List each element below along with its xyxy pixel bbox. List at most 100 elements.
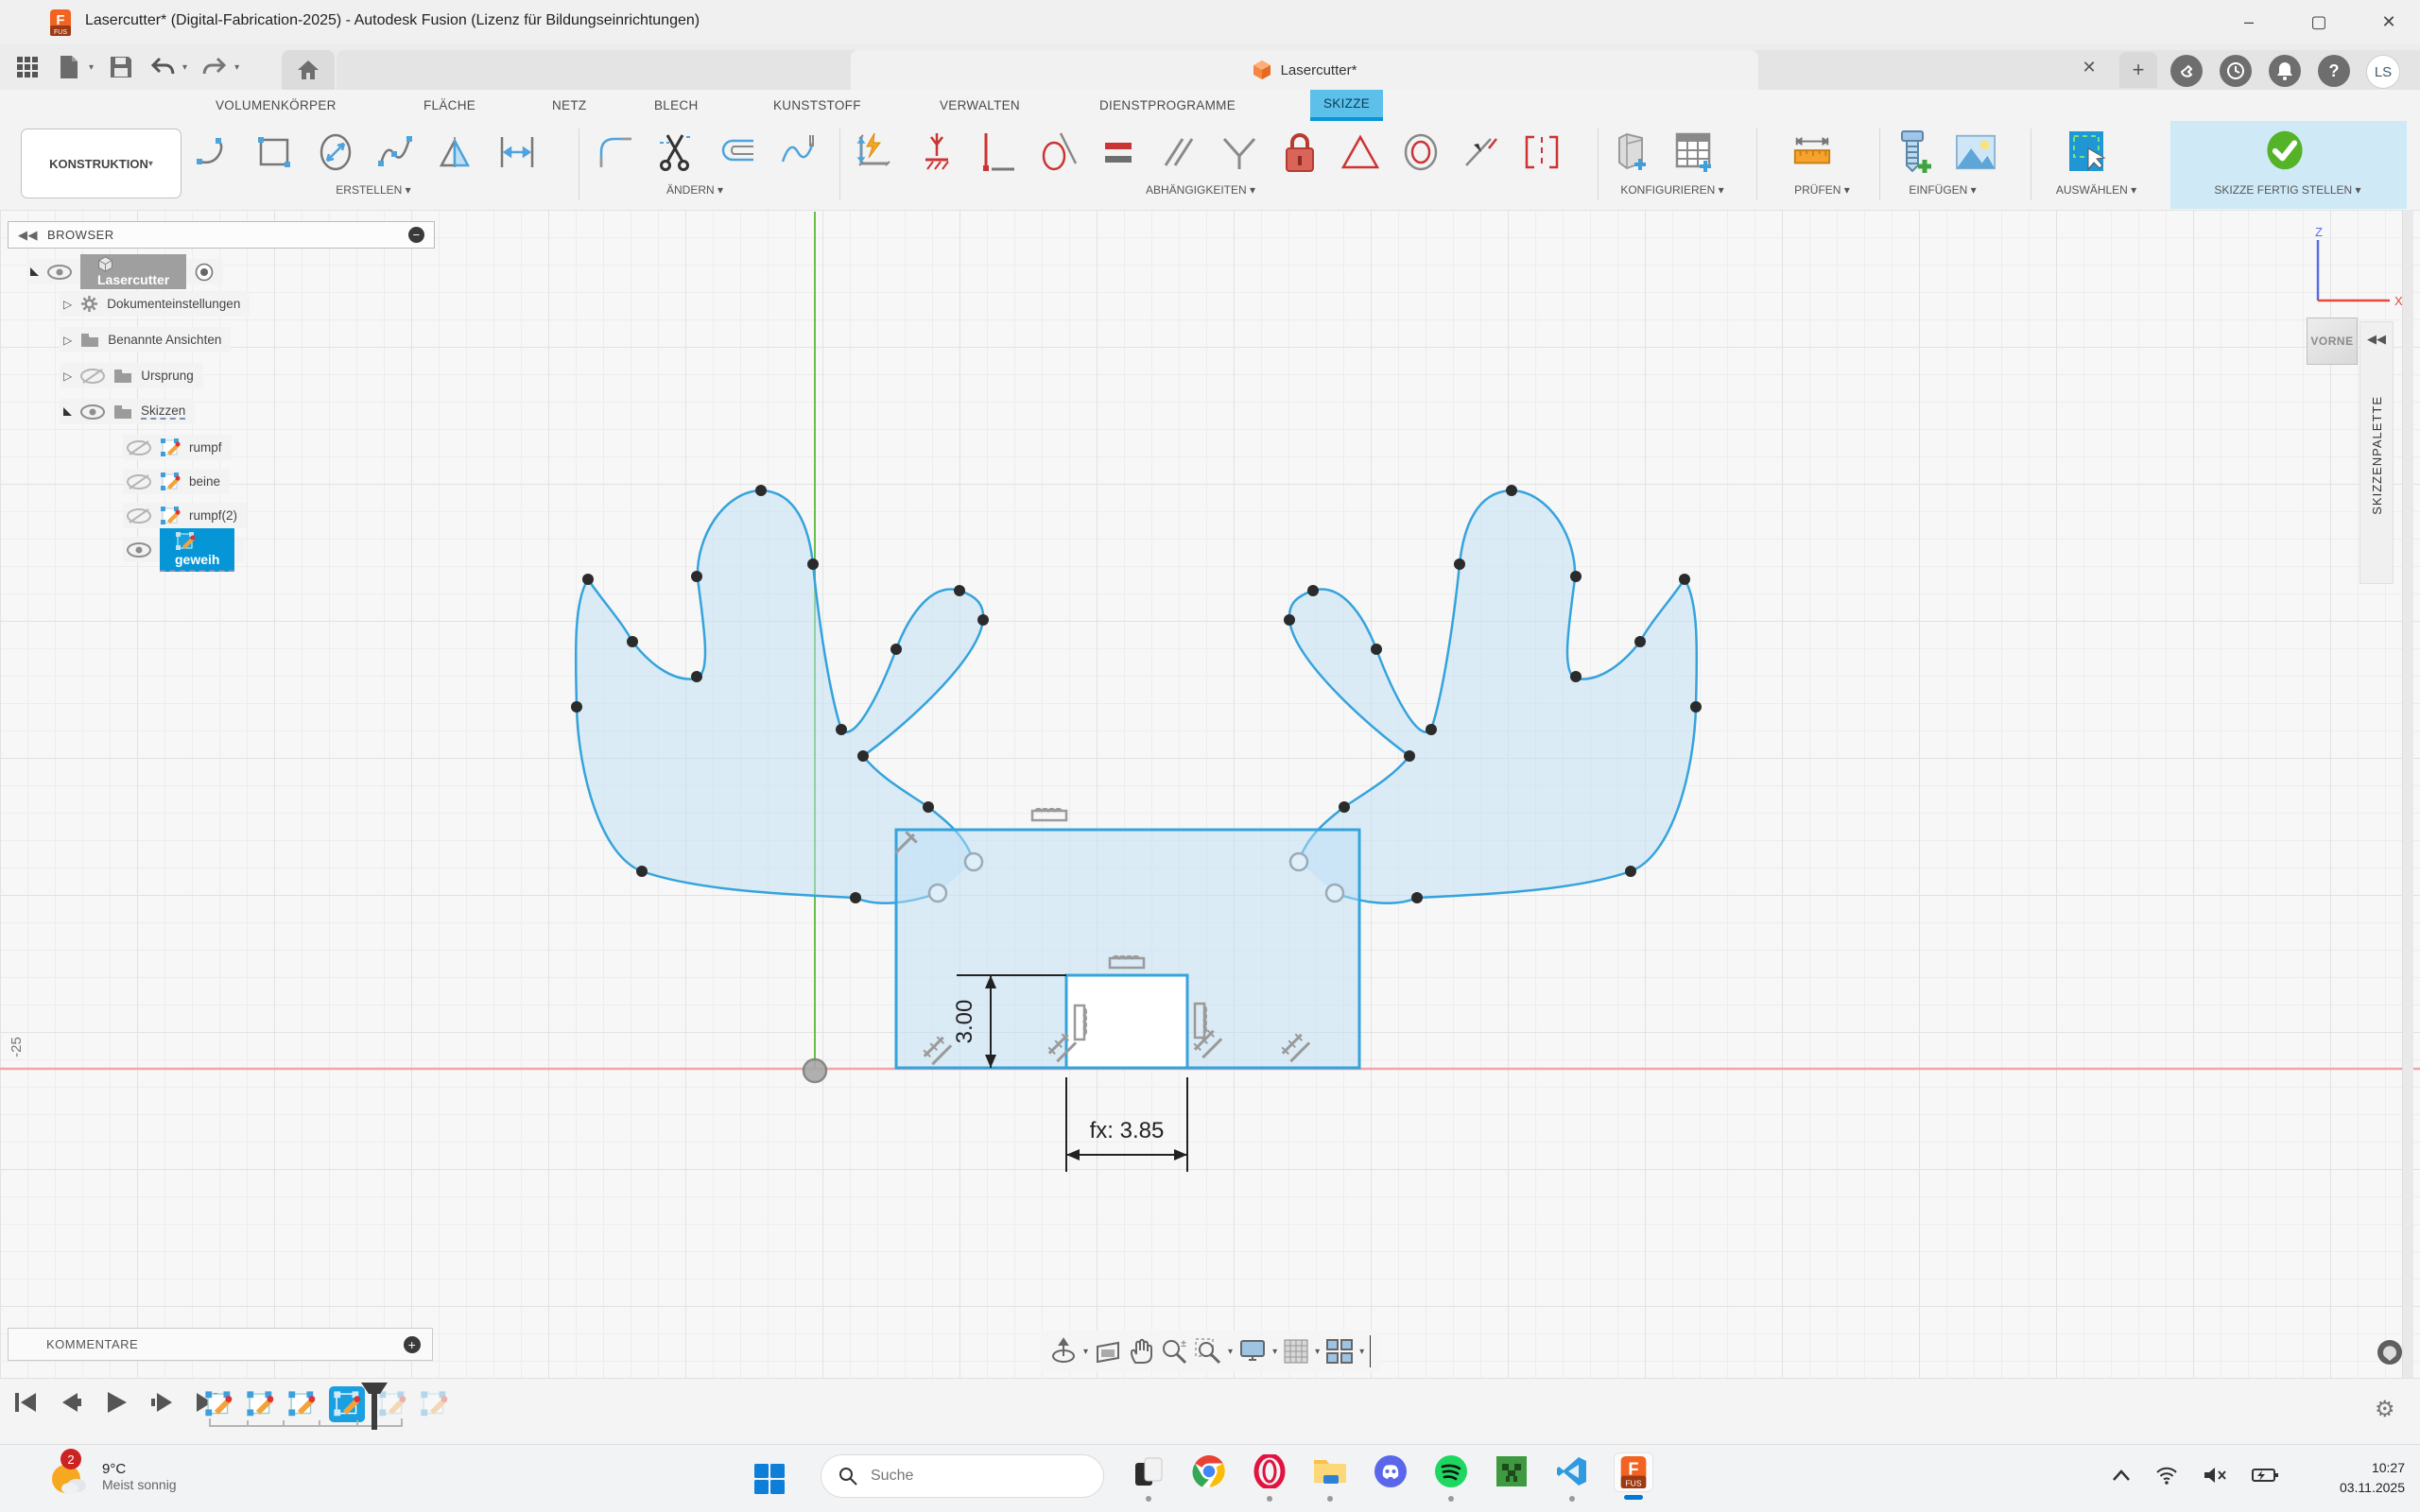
browser-row-root[interactable]: Lasercutter [26, 259, 223, 284]
tab-dienstprogramme[interactable]: DIENSTPROGRAMME [1099, 90, 1236, 121]
extensions-plug-icon[interactable] [2170, 55, 2203, 87]
taskbar-app-minecraft[interactable] [1493, 1452, 1530, 1490]
panel-options-icon[interactable]: − [408, 227, 424, 243]
maximize-button[interactable]: ▢ [2297, 8, 2341, 36]
browser-row-skizzen[interactable]: Skizzen [60, 399, 195, 424]
taskbar-app-discord[interactable] [1372, 1452, 1409, 1490]
mirror-tool-icon[interactable] [436, 129, 477, 176]
timeline-sketch-feature[interactable] [204, 1390, 233, 1418]
einfuegen-label[interactable]: EINFÜGEN ▾ [1891, 183, 1995, 197]
eye-visible-icon[interactable] [47, 265, 72, 280]
home-tab[interactable] [282, 50, 335, 90]
perpendicular-constraint-icon[interactable] [1219, 129, 1260, 176]
undo-dropdown-caret[interactable]: ▾ [182, 62, 187, 73]
browser-header[interactable]: ◀◀ BROWSER − [8, 221, 435, 249]
configuration-table-icon[interactable] [1673, 129, 1715, 176]
timeline-settings-gear-icon[interactable]: ⚙ [2375, 1396, 2395, 1423]
konfigurieren-label[interactable]: KONFIGURIEREN ▾ [1601, 183, 1743, 197]
timeline-sketch-feature[interactable] [287, 1390, 316, 1418]
browser-row-beine[interactable]: beine [123, 469, 230, 494]
feedback-bubble-icon[interactable] [2377, 1340, 2402, 1365]
taskbar-app-window-stack[interactable] [1130, 1452, 1167, 1490]
timeline-position-marker[interactable] [357, 1381, 391, 1432]
undo-icon[interactable] [148, 53, 177, 81]
comments-bar[interactable]: KOMMENTARE + [8, 1328, 433, 1361]
tab-verwalten[interactable]: VERWALTEN [940, 90, 1020, 121]
taskbar-app-file-explorer[interactable] [1311, 1452, 1349, 1490]
collapsed-arrow-icon[interactable]: ▷ [63, 334, 72, 347]
rectangle-tool-icon[interactable] [254, 129, 296, 176]
insert-fastener-icon[interactable] [1894, 129, 1936, 176]
auswaehlen-label[interactable]: AUSWÄHLEN ▾ [2037, 183, 2155, 197]
sketch-dimension-tool-icon[interactable] [496, 129, 538, 176]
search-input[interactable] [869, 1467, 1062, 1486]
file-dropdown-caret[interactable]: ▾ [89, 62, 94, 73]
parallel-constraint-icon[interactable] [1158, 129, 1200, 176]
display-settings-icon[interactable] [1238, 1339, 1267, 1364]
viewcube-front-face[interactable]: VORNE [2307, 318, 2358, 365]
equal-constraint-icon[interactable] [1098, 129, 1139, 176]
viewcube-widget[interactable]: Z X VORNE [2307, 223, 2411, 365]
dimension-constraint-icon[interactable] [856, 129, 897, 176]
taskbar-app-fusion-active[interactable]: FFUS [1614, 1452, 1653, 1492]
taskbar-search[interactable] [821, 1454, 1104, 1498]
step-back-icon[interactable] [59, 1390, 83, 1415]
volume-muted-icon[interactable] [2203, 1466, 2227, 1485]
measure-tool-icon[interactable] [1791, 129, 1833, 176]
offset-tool-icon[interactable] [717, 129, 758, 176]
fillet-tool-icon[interactable] [596, 129, 637, 176]
display-dropdown-caret[interactable]: ▾ [1272, 1347, 1277, 1357]
finish-sketch-check-icon[interactable] [2264, 127, 2306, 174]
expand-triangle-icon[interactable] [63, 407, 72, 416]
coincident-constraint-icon[interactable] [916, 129, 958, 176]
tray-chevron-icon[interactable] [2112, 1469, 2131, 1482]
root-component-label[interactable]: Lasercutter [80, 254, 186, 289]
collapsed-arrow-icon[interactable]: ▷ [63, 369, 72, 383]
document-tab-lasercutter[interactable]: Lasercutter* [851, 50, 1758, 90]
minimize-button[interactable]: – [2227, 8, 2271, 36]
eye-hidden-icon[interactable] [127, 473, 151, 490]
abhaengigkeiten-label[interactable]: ABHÄNGIGKEITEN ▾ [1125, 183, 1276, 197]
orbit-icon[interactable] [1049, 1337, 1078, 1366]
eye-visible-icon[interactable] [80, 404, 105, 420]
taskbar-app-vscode[interactable] [1553, 1452, 1591, 1490]
canvas-right-scrollbar[interactable] [2402, 210, 2413, 1378]
tab-netz[interactable]: NETZ [552, 90, 586, 121]
eye-hidden-icon[interactable] [127, 507, 151, 524]
tab-close-icon[interactable]: ✕ [2076, 58, 2102, 82]
horizontal-vertical-constraint-icon[interactable] [977, 129, 1018, 176]
browser-row-geweih-selected[interactable]: geweih [123, 537, 244, 562]
save-icon[interactable] [107, 53, 135, 81]
activate-radio-icon[interactable] [195, 263, 214, 282]
zoom-icon[interactable]: ± [1160, 1337, 1188, 1366]
redo-dropdown-caret[interactable]: ▾ [234, 62, 239, 73]
eye-visible-icon[interactable] [127, 542, 151, 558]
browser-row-rumpf2[interactable]: rumpf(2) [123, 503, 247, 528]
browser-row-benannte-ansichten[interactable]: ▷ Benannte Ansichten [60, 327, 231, 352]
collapsed-arrow-icon[interactable]: ▷ [63, 298, 72, 311]
tangent-constraint-icon[interactable] [1037, 129, 1079, 176]
job-status-clock-icon[interactable] [2220, 55, 2252, 87]
selected-sketch-label[interactable]: geweih [160, 528, 234, 572]
concentric-constraint-icon[interactable] [1400, 129, 1442, 176]
browser-row-rumpf[interactable]: rumpf [123, 435, 232, 460]
help-icon[interactable]: ? [2318, 55, 2350, 87]
expand-triangle-icon[interactable] [30, 267, 39, 276]
spline-tool-icon[interactable] [375, 129, 417, 176]
tab-kunststoff[interactable]: KUNSTSTOFF [773, 90, 861, 121]
grid-settings-icon[interactable] [1283, 1338, 1309, 1365]
add-comment-icon[interactable]: + [404, 1336, 421, 1353]
new-tab-button[interactable]: + [2119, 52, 2157, 88]
orbit-dropdown-caret[interactable]: ▾ [1083, 1347, 1088, 1357]
play-icon[interactable] [104, 1390, 129, 1415]
redo-icon[interactable] [200, 53, 229, 81]
aendern-label[interactable]: ÄNDERN ▾ [643, 183, 747, 197]
grid-dropdown-caret[interactable]: ▾ [1315, 1347, 1320, 1357]
tab-flaeche[interactable]: FLÄCHE [424, 90, 475, 121]
break-curve-tool-icon[interactable] [777, 129, 819, 176]
viewports-dropdown-caret[interactable]: ▾ [1359, 1347, 1364, 1357]
browser-row-dokumenteinstellungen[interactable]: ▷ Dokumenteinstellungen [60, 291, 250, 317]
polygon-constraint-icon[interactable] [1340, 129, 1381, 176]
zoom-window-icon[interactable] [1194, 1337, 1222, 1366]
origin-point[interactable] [804, 1059, 826, 1082]
